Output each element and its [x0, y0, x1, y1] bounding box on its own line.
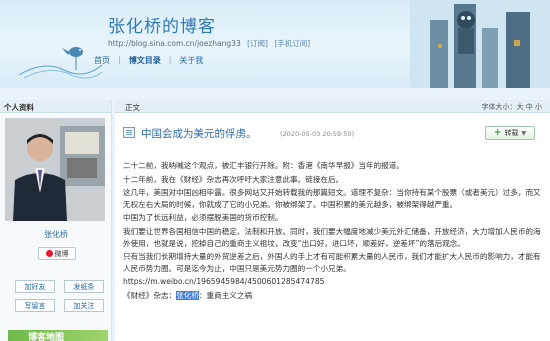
- post-body: 二十二前，我呐喊这个观点，被汇丰银行开除。附：香港《南华早报》当年的报道。 十二…: [123, 160, 541, 304]
- post-paragraph: 我们要让世界各国相信中国的稳定、法制和开放。同时，我们要大幅度地减少美元外汇储备…: [123, 226, 541, 248]
- highlighted-name: 张化桥: [176, 290, 199, 300]
- weibo-icon: [45, 250, 53, 257]
- profile-photo[interactable]: [5, 118, 105, 221]
- plus-icon: +: [493, 128, 502, 138]
- profile-name[interactable]: 张化桥: [0, 229, 112, 240]
- nav-about[interactable]: 关于我: [179, 55, 203, 66]
- add-friend-button[interactable]: 加好友: [15, 280, 55, 293]
- repost-button[interactable]: + 转载 ▼: [485, 126, 535, 140]
- post-paragraph: 中国为了长远利益，必须摆脱美国的货币控制。: [123, 213, 283, 223]
- post-title[interactable]: 中国会成为美元的俘虏。: [141, 126, 257, 141]
- header-illustration-icon: [410, 0, 550, 88]
- last-line-suffix: ：重商主义之祸: [198, 290, 253, 300]
- last-line-prefix: 《财经》杂志：: [123, 290, 177, 300]
- nav-separator: |: [168, 55, 172, 64]
- send-note-button[interactable]: 发纸条: [64, 280, 104, 293]
- bird-decoration-icon: [18, 47, 103, 79]
- post-paragraph-last: 《财经》杂志：张化桥：重商主义之祸: [123, 290, 541, 302]
- chevron-down-icon: ▼: [521, 129, 527, 137]
- post-paragraph: 十二年前，我在《财经》杂志再次呼吁大家注意此事。链接在后。: [123, 174, 344, 184]
- post-paragraph: 只有当我们长期增持大量的外贸逆差之后，外国人的手上才有可能积累大量的人民币，我们…: [123, 252, 541, 273]
- nav-articles[interactable]: 博文目录: [129, 55, 161, 66]
- nav-home[interactable]: 首页: [94, 55, 110, 66]
- blog-title[interactable]: 张化桥的博客: [108, 12, 216, 37]
- font-size-control[interactable]: 字体大小：大 中 小: [482, 102, 542, 112]
- weibo-button[interactable]: 微博: [38, 247, 76, 260]
- sidebar: 个人资料 张化桥 微博 加好友 发纸条 写留言 加关注: [0, 100, 112, 341]
- blog-nav: 首页 | 博文目录 | 关于我: [94, 55, 203, 66]
- follow-button[interactable]: 加关注: [64, 299, 104, 312]
- main-content: 正文 字体大小：大 中 小 中国会成为美元的俘虏。 (2020-05-03 20…: [115, 100, 550, 341]
- title-doc-icon: [123, 127, 135, 138]
- main-header-label: 正文: [125, 103, 140, 112]
- write-message-button[interactable]: 写留言: [15, 299, 55, 312]
- post-paragraph: 这几年，美国对中国凶相毕露。很多网站又开始转载我的那篇短文。道理不复杂：当你持有…: [123, 188, 541, 209]
- blog-url-line: http://blog.sina.com.cn/joezhang33 [订阅] …: [108, 38, 310, 49]
- repost-label: 转载: [504, 129, 519, 137]
- blog-header: 张化桥的博客 http://blog.sina.com.cn/joezhang3…: [0, 0, 550, 88]
- profile-header: 个人资料: [0, 100, 111, 113]
- profile-photo-image: [5, 118, 105, 221]
- blog-map-banner[interactable]: 博客地图: [8, 330, 108, 341]
- post-title-row: 中国会成为美元的俘虏。 (2020-05-03 20:59:50) + 转载 ▼: [123, 124, 543, 144]
- main-header: 正文 字体大小：大 中 小: [115, 100, 550, 113]
- mobile-subscribe-link[interactable]: [手机订阅]: [274, 39, 310, 48]
- weibo-link[interactable]: https://m.weibo.cn/1965945984/4500601285…: [123, 276, 541, 288]
- post-time: (2020-05-03 20:59:50): [280, 130, 355, 138]
- subscribe-link[interactable]: [订阅]: [247, 39, 268, 48]
- blog-url[interactable]: http://blog.sina.com.cn/joezhang33: [108, 39, 241, 48]
- weibo-label: 微博: [54, 249, 69, 258]
- post-paragraph: 二十二前，我呐喊这个观点，被汇丰银行开除。附：香港《南华早报》当年的报道。: [123, 161, 404, 170]
- nav-separator: |: [118, 55, 121, 64]
